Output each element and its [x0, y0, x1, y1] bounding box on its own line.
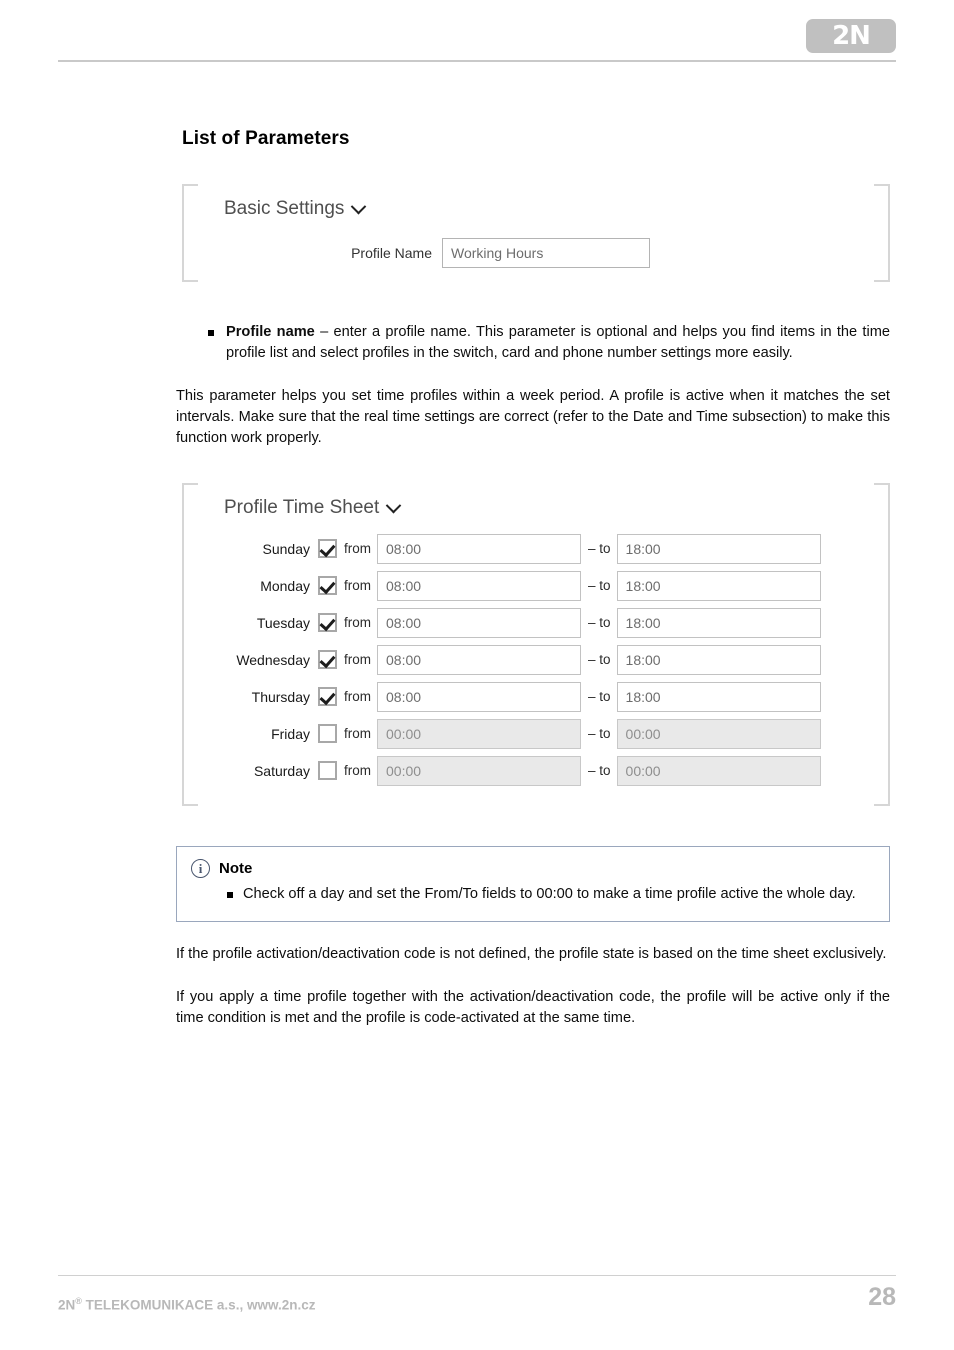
table-row: Monday from 08:00 – to 18:00 — [182, 570, 890, 601]
from-label: from — [344, 689, 371, 704]
time-to-input[interactable]: 00:00 — [616, 718, 821, 749]
time-from-input[interactable]: 00:00 — [377, 755, 581, 786]
panel-bracket-left — [182, 184, 198, 282]
time-sheet-title: Profile Time Sheet — [224, 497, 380, 518]
to-label: – to — [588, 689, 611, 704]
note-title: Note — [219, 860, 253, 877]
to-label: – to — [588, 763, 611, 778]
to-label: – to — [588, 615, 611, 630]
table-row: Friday from 00:00 – to 00:00 — [182, 718, 890, 749]
panel-bracket-right — [874, 483, 890, 806]
list-item: Profile name – enter a profile name. Thi… — [176, 322, 890, 364]
note-items: Check off a day and set the From/To fiel… — [191, 884, 873, 905]
day-enabled-checkbox[interactable] — [318, 613, 337, 632]
list-item: Check off a day and set the From/To fiel… — [191, 884, 873, 905]
page-content: List of Parameters Basic Settings Profil… — [176, 128, 890, 1029]
to-label: – to — [588, 726, 611, 741]
panel-bracket-left — [182, 483, 198, 806]
table-row: Wednesday from 08:00 – to 18:00 — [182, 644, 890, 675]
to-label: – to — [588, 541, 611, 556]
chevron-down-icon[interactable] — [351, 198, 367, 214]
time-from-input[interactable]: 08:00 — [377, 533, 581, 564]
intro-paragraph: This parameter helps you set time profil… — [176, 388, 890, 446]
from-label: from — [344, 541, 371, 556]
basic-settings-header[interactable]: Basic Settings — [224, 198, 890, 220]
logo-box: 2N — [806, 19, 896, 53]
from-label: from — [344, 615, 371, 630]
profile-name-input[interactable]: Working Hours — [442, 238, 650, 268]
day-enabled-checkbox[interactable] — [318, 724, 337, 743]
day-enabled-checkbox[interactable] — [318, 576, 337, 595]
basic-settings-title: Basic Settings — [224, 198, 345, 219]
day-label: Friday — [271, 725, 310, 742]
table-row: Sunday from 08:00 – to 18:00 — [182, 533, 890, 564]
to-label: – to — [588, 652, 611, 667]
time-from-input[interactable]: 08:00 — [377, 644, 581, 675]
header-divider — [58, 60, 896, 62]
from-label: from — [344, 763, 371, 778]
footer-company-text: TELEKOMUNIKACE a.s., www.2n.cz — [85, 1297, 316, 1312]
profile-name-description-list: Profile name – enter a profile name. Thi… — [176, 322, 890, 364]
time-sheet-header[interactable]: Profile Time Sheet — [224, 497, 890, 519]
footer-brand: 2N — [58, 1297, 76, 1312]
bullet-term: Profile name — [226, 324, 315, 340]
time-from-input[interactable]: 08:00 — [377, 607, 581, 638]
time-from-input[interactable]: 08:00 — [377, 681, 581, 712]
footer-divider — [58, 1275, 896, 1276]
day-enabled-checkbox[interactable] — [318, 761, 337, 780]
closing-paragraph-2: If you apply a time profile together wit… — [176, 989, 890, 1026]
profile-name-row: Profile Name Working Hours — [182, 238, 890, 268]
logo-text: 2N — [832, 21, 871, 51]
day-enabled-checkbox[interactable] — [318, 687, 337, 706]
day-enabled-checkbox[interactable] — [318, 539, 337, 558]
note-header: i Note — [191, 859, 873, 878]
from-label: from — [344, 578, 371, 593]
from-label: from — [344, 652, 371, 667]
from-label: from — [344, 726, 371, 741]
time-to-input[interactable]: 18:00 — [616, 533, 821, 564]
day-enabled-checkbox[interactable] — [318, 650, 337, 669]
time-to-input[interactable]: 18:00 — [616, 570, 821, 601]
time-to-input[interactable]: 00:00 — [616, 755, 821, 786]
time-to-input[interactable]: 18:00 — [616, 607, 821, 638]
footer-company: 2N® TELEKOMUNIKACE a.s., www.2n.cz — [58, 1296, 315, 1313]
to-label: – to — [588, 578, 611, 593]
table-row: Saturday from 00:00 – to 00:00 — [182, 755, 890, 786]
info-circle-icon: i — [191, 859, 210, 878]
brand-logo: 2N — [806, 19, 896, 53]
table-row: Tuesday from 08:00 – to 18:00 — [182, 607, 890, 638]
day-label: Tuesday — [256, 614, 310, 631]
page-title: List of Parameters — [182, 128, 350, 149]
panel-bracket-right — [874, 184, 890, 282]
day-label: Saturday — [253, 762, 310, 779]
time-to-input[interactable]: 18:00 — [616, 681, 821, 712]
closing-paragraph-1: If the profile activation/deactivation c… — [176, 946, 887, 962]
page-footer: 2N® TELEKOMUNIKACE a.s., www.2n.cz 28 — [58, 1283, 896, 1312]
profile-name-label: Profile Name — [351, 245, 432, 261]
time-sheet-rows: Sunday from 08:00– to 18:00 Monday from 08:00–… — [182, 533, 890, 786]
time-to-input[interactable]: 18:00 — [616, 644, 821, 675]
day-label: Sunday — [262, 540, 310, 557]
day-label: Monday — [260, 577, 310, 594]
time-from-input[interactable]: 08:00 — [377, 570, 581, 601]
registered-mark: ® — [75, 1295, 82, 1306]
day-label: Thursday — [251, 688, 310, 705]
basic-settings-panel: Basic Settings Profile Name Working Hour… — [182, 184, 890, 282]
bullet-text: – enter a profile name. This parameter i… — [226, 324, 891, 361]
table-row: Thursday from 08:00 – to 18:00 — [182, 681, 890, 712]
note-box: i Note Check off a day and set the From/… — [176, 846, 890, 922]
page-number: 28 — [868, 1283, 896, 1311]
chevron-down-icon[interactable] — [385, 497, 402, 513]
day-label: Wednesday — [236, 651, 310, 668]
profile-time-sheet-panel: Profile Time Sheet Sunday from 08:00 – to 18… — [182, 483, 890, 806]
time-from-input[interactable]: 00:00 — [377, 718, 581, 749]
